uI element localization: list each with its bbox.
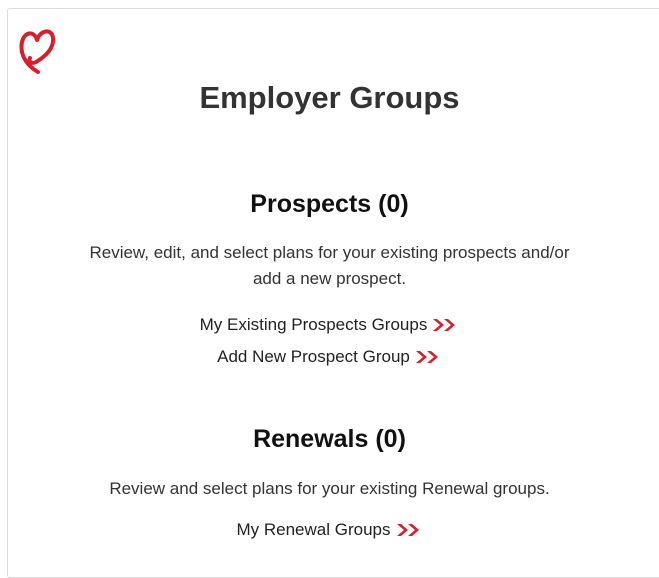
prospects-heading: Prospects (0) xyxy=(250,190,409,218)
my-renewal-groups-link-row[interactable]: My Renewal Groups xyxy=(0,520,659,540)
add-new-prospect-link-row[interactable]: Add New Prospect Group xyxy=(0,347,659,367)
heart-logo-icon xyxy=(19,29,56,74)
prospects-description: Review, edit, and select plans for your … xyxy=(0,240,659,292)
add-new-prospect-group-link[interactable]: Add New Prospect Group xyxy=(217,347,410,366)
double-chevron-right-icon[interactable] xyxy=(414,349,442,365)
page-title: Employer Groups xyxy=(199,80,460,115)
my-renewal-groups-link[interactable]: My Renewal Groups xyxy=(236,520,390,539)
double-chevron-right-icon[interactable] xyxy=(431,317,459,333)
prospects-description-line-2: add a new prospect. xyxy=(252,269,407,288)
my-existing-prospects-groups-link[interactable]: My Existing Prospects Groups xyxy=(200,315,428,334)
double-chevron-right-icon[interactable] xyxy=(395,522,423,538)
my-existing-prospects-link-row[interactable]: My Existing Prospects Groups xyxy=(0,315,659,335)
renewals-description: Review and select plans for your existin… xyxy=(109,479,550,498)
prospects-description-line-1: Review, edit, and select plans for your … xyxy=(89,243,570,262)
renewals-heading: Renewals (0) xyxy=(253,425,406,453)
